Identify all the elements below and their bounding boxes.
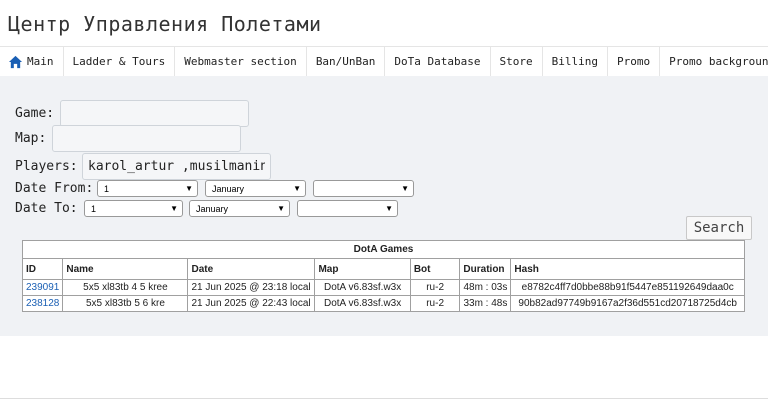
game-label: Game: [15,106,55,121]
game-hash-cell: 90b82ad97749b9167a2f36d551cd20718725d4cb [510,295,745,312]
map-input[interactable] [52,125,241,152]
nav-item-label: Store [499,55,533,68]
map-label: Map: [15,131,47,146]
game-map-cell: DotA v6.83sf.w3x [314,279,411,296]
header: Центр Управления Полетами [0,0,768,46]
site-title: Центр Управления Полетами [8,12,322,36]
game-duration-cell: 33m : 48s [459,295,512,312]
game-duration-cell: 48m : 03s [459,279,512,296]
nav-item-label: Main [27,55,54,68]
game-hash-cell: e8782c4ff7d0bbe88b91f5447e851192649daa0c [510,279,745,296]
date-from-year-select[interactable]: ▼ [313,180,414,197]
nav-item-label: Webmaster section [184,55,297,68]
nav-item-webmaster-section[interactable]: Webmaster section [175,47,307,76]
game-input[interactable] [60,100,249,127]
date-to-year-select[interactable]: ▼ [297,200,398,217]
nav-item-dota-database[interactable]: DoTa Database [385,47,491,76]
nav-item-ban-unban[interactable]: Ban/UnBan [307,47,386,76]
nav-item-label: Promo background [669,55,768,68]
game-row: Game: [15,100,249,127]
game-date-cell: 21 Jun 2025 @ 22:43 local [187,295,316,312]
game-map-cell: DotA v6.83sf.w3x [314,295,411,312]
game-id-link[interactable]: 238128 [26,298,59,309]
chevron-down-icon: ▼ [401,184,409,193]
nav-item-ladder-tours[interactable]: Ladder & Tours [64,47,176,76]
date-to-label: Date To: [15,201,78,216]
nav-item-store[interactable]: Store [491,47,543,76]
table-row: 238128 5x5 xl83tb 5 6 kre 21 Jun 2025 @ … [21,295,745,312]
search-panel: Game: Map: Players: Date From: 1▼ Januar… [0,76,768,336]
chevron-down-icon: ▼ [277,204,285,213]
date-to-day-select[interactable]: 1 ▼ [84,200,183,217]
nav-item-label: Ban/UnBan [315,55,376,68]
players-input[interactable] [82,153,271,180]
table-caption: DotA Games [22,240,745,259]
game-bot-cell: ru-2 [409,279,461,296]
chevron-down-icon: ▼ [385,204,393,213]
date-from-month-select[interactable]: January ▼ [205,180,306,197]
date-to-month-select[interactable]: January ▼ [189,200,290,217]
nav-item-main[interactable]: Main [0,47,64,76]
date-from-day-select[interactable]: 1 ▼ [97,180,198,197]
chevron-down-icon: ▼ [293,184,301,193]
column-header-name[interactable]: Name [62,258,189,280]
nav-item-billing[interactable]: Billing [543,47,608,76]
chevron-down-icon: ▼ [185,184,193,193]
select-value: 1 [104,183,110,194]
game-id-link[interactable]: 239091 [26,282,59,293]
table-header-row: ID Name Date Map Bot Duration Hash [21,258,745,280]
map-row: Map: [15,125,241,152]
main-nav: Main Ladder & Tours Webmaster section Ba… [0,46,768,76]
column-header-bot[interactable]: Bot [409,258,461,280]
game-id-cell: 238128 [21,295,64,312]
nav-item-label: Billing [551,55,598,68]
home-icon [8,55,23,68]
game-name-cell: 5x5 xl83tb 4 5 kree [62,279,189,296]
nav-item-label: Promo [617,55,651,68]
select-value: January [196,203,229,214]
nav-item-label: DoTa Database [394,55,481,68]
table-row: 239091 5x5 xl83tb 4 5 kree 21 Jun 2025 @… [21,279,745,296]
column-header-id[interactable]: ID [21,258,64,280]
select-value: January [212,183,245,194]
column-header-date[interactable]: Date [187,258,316,280]
date-from-label: Date From: [15,181,94,196]
divider [0,398,768,399]
players-label: Players: [15,159,78,174]
search-button[interactable]: Search [686,216,752,240]
column-header-hash[interactable]: Hash [510,258,745,280]
select-value: 1 [91,203,97,214]
nav-item-label: Ladder & Tours [72,55,166,68]
game-date-cell: 21 Jun 2025 @ 23:18 local [187,279,316,296]
players-row: Players: [15,153,271,180]
date-from-row: Date From: 1 ▼ January ▼ ▼ [15,180,414,197]
game-id-cell: 239091 [21,279,64,296]
games-table: DotA Games ID Name Date Map Bot Duration… [21,240,745,312]
column-header-map[interactable]: Map [314,258,411,280]
table-caption-row: DotA Games [22,240,745,259]
date-to-row: Date To: 1 ▼ January ▼ ▼ [15,200,398,217]
column-header-duration[interactable]: Duration [459,258,512,280]
chevron-down-icon: ▼ [170,204,178,213]
game-name-cell: 5x5 xl83tb 5 6 kre [62,295,189,312]
nav-item-promo[interactable]: Promo [608,47,661,76]
game-bot-cell: ru-2 [409,295,461,312]
nav-item-promo-background[interactable]: Promo background [660,47,768,76]
